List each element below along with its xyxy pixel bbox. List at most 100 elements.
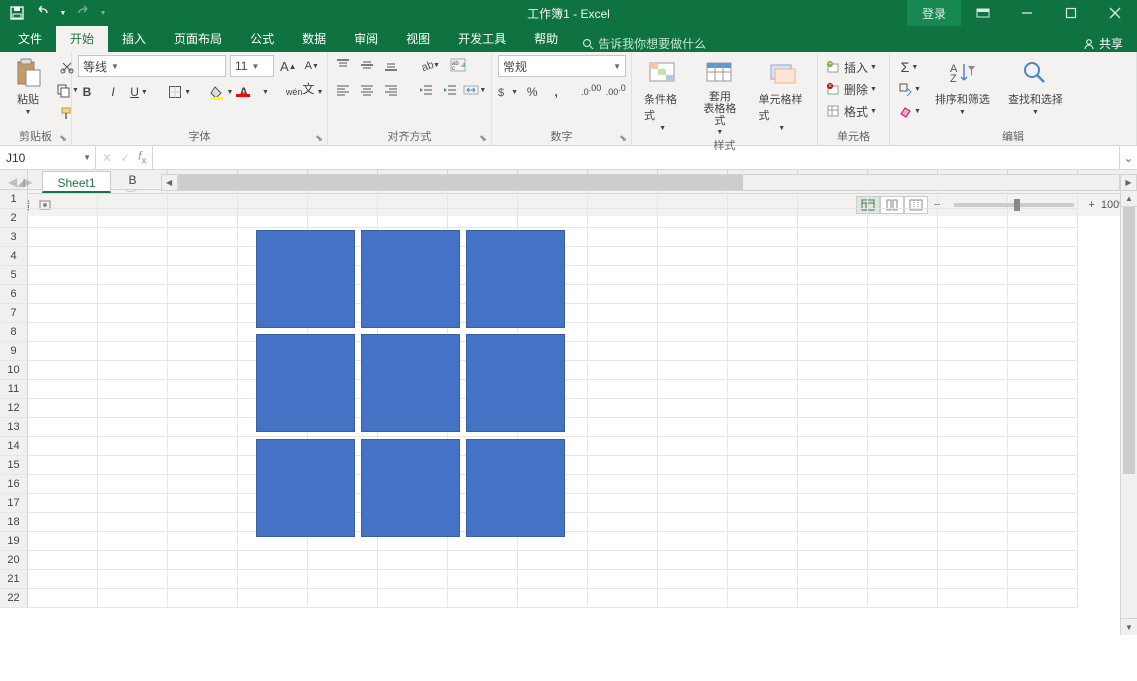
row-header-3[interactable]: 3 <box>0 228 28 247</box>
row-header-9[interactable]: 9 <box>0 342 28 361</box>
cell-A8[interactable] <box>28 323 98 342</box>
cell-B4[interactable] <box>98 247 168 266</box>
cell-B3[interactable] <box>98 228 168 247</box>
cell-C18[interactable] <box>168 513 238 532</box>
cell-N3[interactable] <box>938 228 1008 247</box>
cell-M6[interactable] <box>868 285 938 304</box>
shape-rect-1[interactable] <box>256 230 355 328</box>
delete-cells-button[interactable]: ×删除▼ <box>824 79 888 99</box>
cell-O8[interactable] <box>1008 323 1078 342</box>
find-select-button[interactable]: 查找和选择▼ <box>1002 55 1069 118</box>
redo-button[interactable] <box>72 2 94 24</box>
cell-B19[interactable] <box>98 532 168 551</box>
cell-M14[interactable] <box>868 437 938 456</box>
cell-A14[interactable] <box>28 437 98 456</box>
cell-K4[interactable] <box>728 247 798 266</box>
cell-B21[interactable] <box>98 570 168 589</box>
number-format-combo[interactable]: 常规▼ <box>498 55 626 77</box>
formula-input[interactable] <box>153 146 1119 169</box>
cell-M3[interactable] <box>868 228 938 247</box>
cell-J17[interactable] <box>658 494 728 513</box>
cell-N20[interactable] <box>938 551 1008 570</box>
insert-cells-button[interactable]: +插入▼ <box>824 57 888 77</box>
undo-dropdown[interactable]: ▼ <box>58 2 68 24</box>
cell-G20[interactable] <box>448 551 518 570</box>
cell-K22[interactable] <box>728 589 798 608</box>
tab-file[interactable]: 文件 <box>4 26 56 52</box>
cell-O17[interactable] <box>1008 494 1078 513</box>
cell-L17[interactable] <box>798 494 868 513</box>
cell-J3[interactable] <box>658 228 728 247</box>
cell-I8[interactable] <box>588 323 658 342</box>
cell-C19[interactable] <box>168 532 238 551</box>
cell-I9[interactable] <box>588 342 658 361</box>
maximize-button[interactable] <box>1049 0 1093 26</box>
row-header-15[interactable]: 15 <box>0 456 28 475</box>
cell-I14[interactable] <box>588 437 658 456</box>
paste-button[interactable]: 粘贴 ▼ <box>6 55 50 118</box>
cell-N17[interactable] <box>938 494 1008 513</box>
cell-C10[interactable] <box>168 361 238 380</box>
cell-I15[interactable] <box>588 456 658 475</box>
cell-L3[interactable] <box>798 228 868 247</box>
cell-A22[interactable] <box>28 589 98 608</box>
cell-I2[interactable] <box>588 209 658 228</box>
cell-J22[interactable] <box>658 589 728 608</box>
cell-C3[interactable] <box>168 228 238 247</box>
row-header-8[interactable]: 8 <box>0 323 28 342</box>
cell-M12[interactable] <box>868 399 938 418</box>
cell-L16[interactable] <box>798 475 868 494</box>
cell-K16[interactable] <box>728 475 798 494</box>
cell-J13[interactable] <box>658 418 728 437</box>
cell-A7[interactable] <box>28 304 98 323</box>
cell-M16[interactable] <box>868 475 938 494</box>
clipboard-launcher[interactable]: ⬊ <box>57 132 69 144</box>
bold-button[interactable]: B <box>78 82 96 102</box>
increase-font-button[interactable]: A▲ <box>278 56 299 76</box>
cell-A18[interactable] <box>28 513 98 532</box>
cell-I4[interactable] <box>588 247 658 266</box>
cell-C20[interactable] <box>168 551 238 570</box>
align-right-button[interactable] <box>382 80 400 100</box>
cell-A13[interactable] <box>28 418 98 437</box>
cell-M2[interactable] <box>868 209 938 228</box>
cell-L9[interactable] <box>798 342 868 361</box>
cell-J10[interactable] <box>658 361 728 380</box>
cell-N10[interactable] <box>938 361 1008 380</box>
cell-L1[interactable] <box>798 190 868 209</box>
cell-K8[interactable] <box>728 323 798 342</box>
tab-home[interactable]: 开始 <box>56 26 108 52</box>
tab-data[interactable]: 数据 <box>288 26 340 52</box>
fill-color-button[interactable]: ▼ <box>211 82 233 102</box>
cell-J20[interactable] <box>658 551 728 570</box>
cell-L5[interactable] <box>798 266 868 285</box>
cell-M22[interactable] <box>868 589 938 608</box>
tab-help[interactable]: 帮助 <box>520 26 572 52</box>
cell-O2[interactable] <box>1008 209 1078 228</box>
cell-B18[interactable] <box>98 513 168 532</box>
cell-J7[interactable] <box>658 304 728 323</box>
cell-L20[interactable] <box>798 551 868 570</box>
cell-I22[interactable] <box>588 589 658 608</box>
cell-J8[interactable] <box>658 323 728 342</box>
redo-dropdown[interactable]: ▼ <box>98 2 108 24</box>
cell-C9[interactable] <box>168 342 238 361</box>
cell-C4[interactable] <box>168 247 238 266</box>
cell-J2[interactable] <box>658 209 728 228</box>
cell-L19[interactable] <box>798 532 868 551</box>
cell-K11[interactable] <box>728 380 798 399</box>
row-header-6[interactable]: 6 <box>0 285 28 304</box>
cell-O22[interactable] <box>1008 589 1078 608</box>
cell-I12[interactable] <box>588 399 658 418</box>
cell-N13[interactable] <box>938 418 1008 437</box>
cell-L2[interactable] <box>798 209 868 228</box>
shape-rect-8[interactable] <box>361 439 460 537</box>
cell-J1[interactable] <box>658 190 728 209</box>
cell-M4[interactable] <box>868 247 938 266</box>
cell-H1[interactable] <box>518 190 588 209</box>
cell-J15[interactable] <box>658 456 728 475</box>
cell-A2[interactable] <box>28 209 98 228</box>
cell-L4[interactable] <box>798 247 868 266</box>
cell-K17[interactable] <box>728 494 798 513</box>
cell-O5[interactable] <box>1008 266 1078 285</box>
